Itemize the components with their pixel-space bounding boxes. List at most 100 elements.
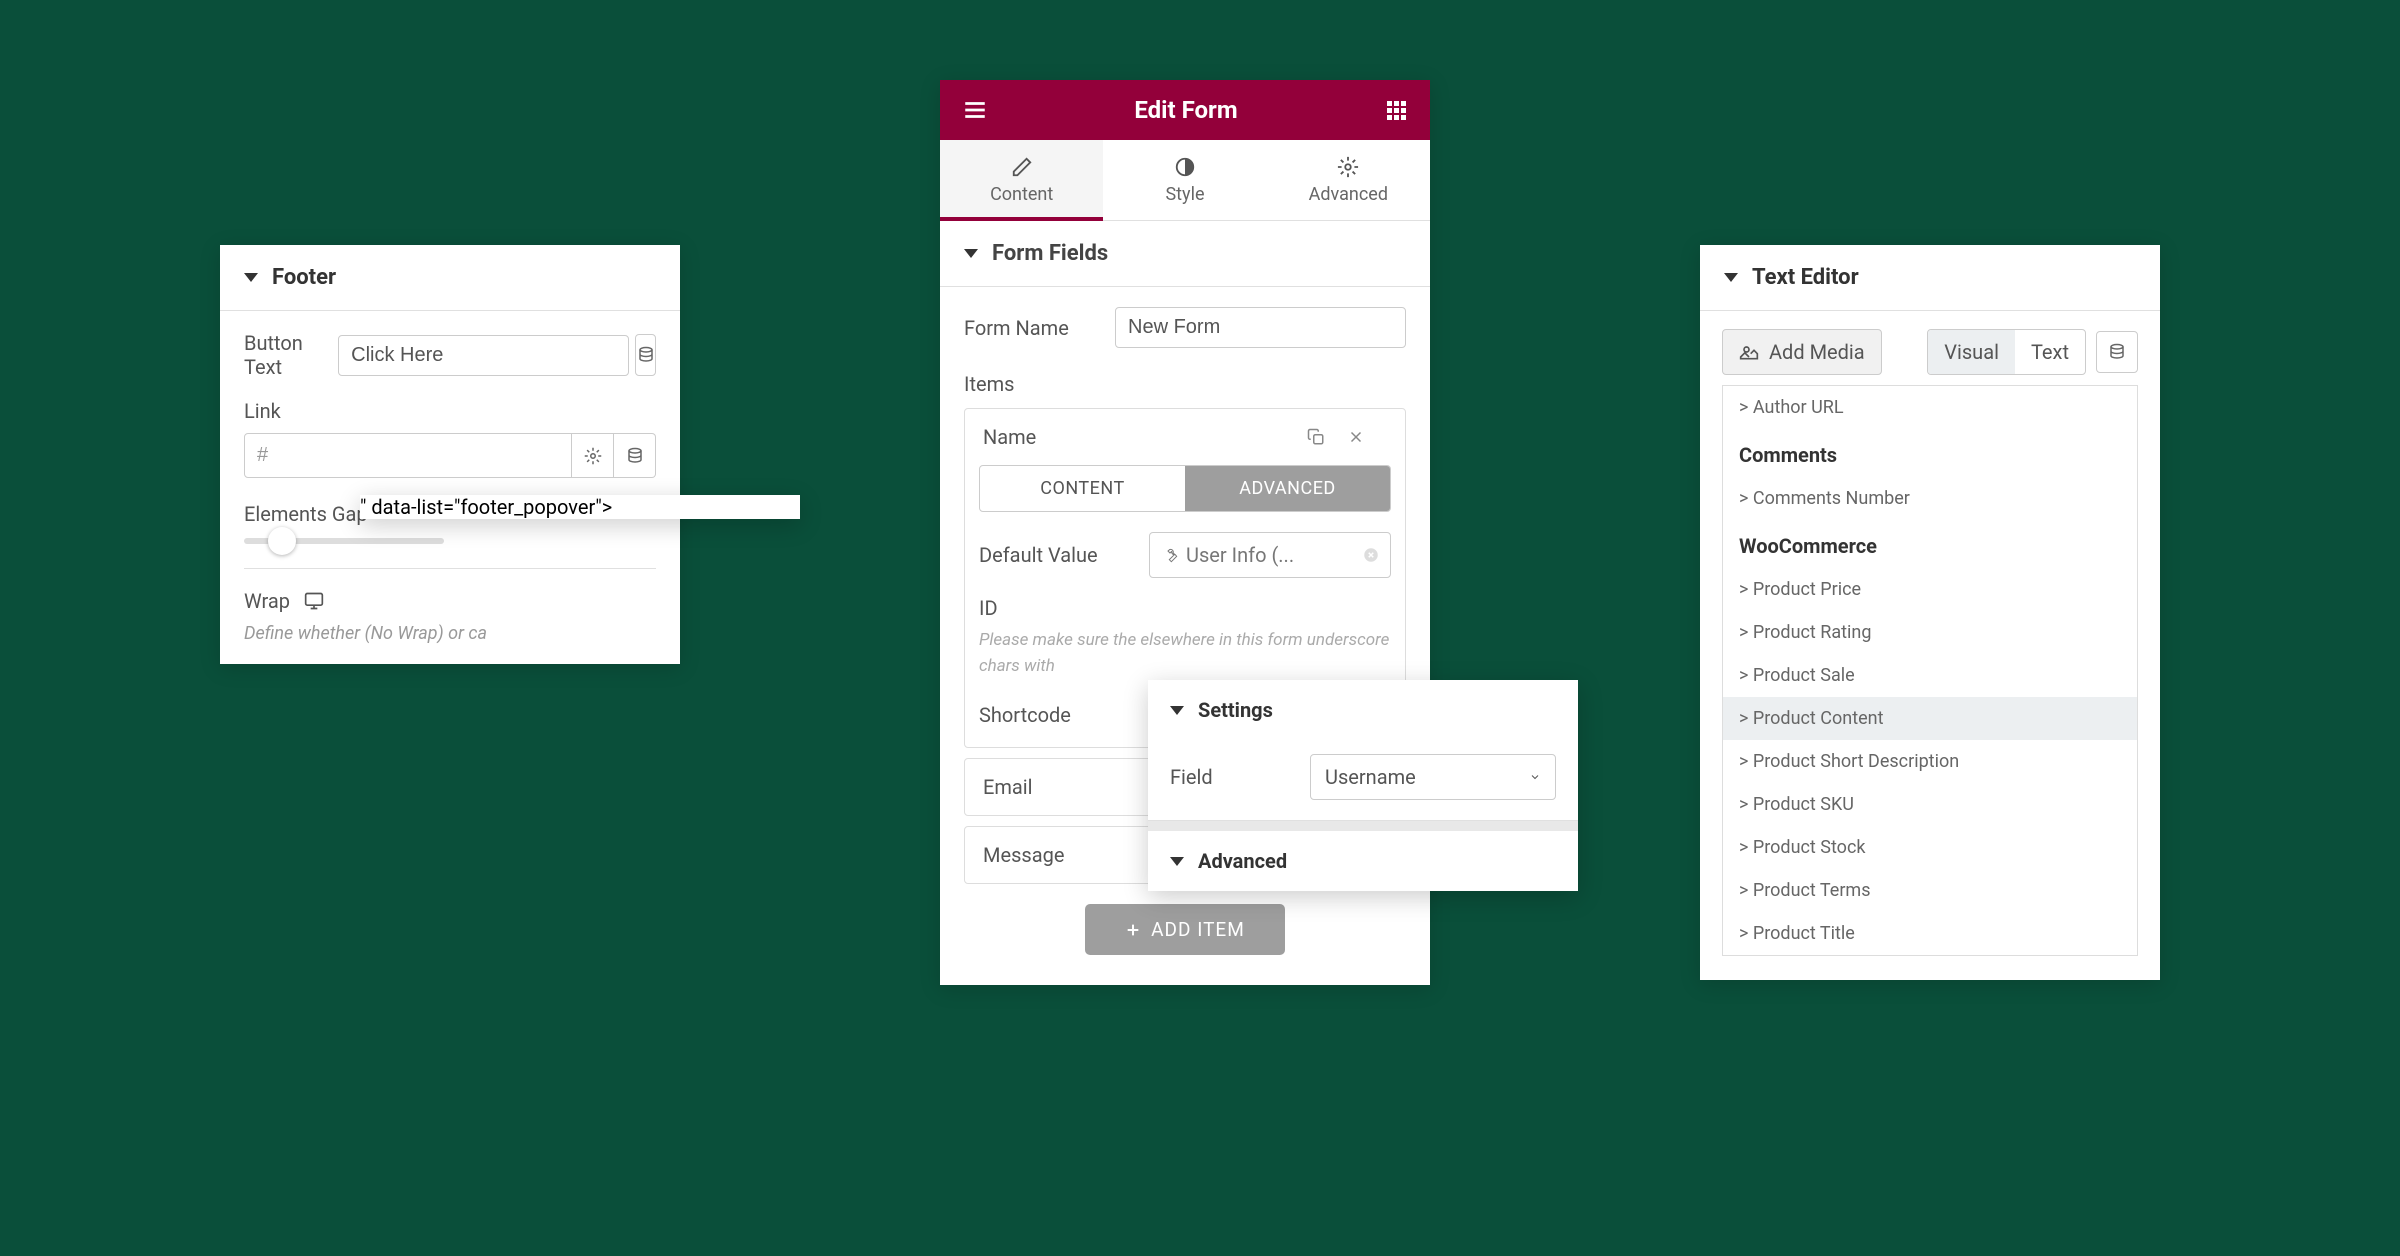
item-header[interactable]: Name (979, 409, 1391, 465)
list-group: WooCommerce (1723, 520, 2137, 568)
settings-section: Settings Field Username (1148, 680, 1578, 821)
database-icon (626, 447, 644, 465)
edit-form-title: Edit Form (1134, 96, 1237, 124)
chevron-down-icon (1529, 771, 1541, 783)
menu-icon[interactable] (962, 97, 988, 123)
settings-header[interactable]: Settings (1148, 680, 1578, 740)
advanced-section: Advanced (1148, 831, 1578, 891)
footer-panel: Footer Button Text Link Elements Gap (220, 245, 680, 664)
pencil-icon (1011, 156, 1033, 178)
close-icon (1347, 428, 1365, 446)
wrap-row: Wrap (244, 589, 656, 613)
chevron-down-icon (964, 249, 978, 258)
gear-icon (584, 447, 602, 465)
items-label: Items (964, 372, 1406, 396)
field-value: Username (1325, 765, 1416, 789)
list-item[interactable]: > Product Terms (1723, 869, 2137, 912)
dynamic-tags-button[interactable] (635, 334, 656, 376)
list-item[interactable]: > Product Content (1723, 697, 2137, 740)
item-duplicate-button[interactable] (1307, 428, 1347, 446)
slider-thumb[interactable] (268, 527, 296, 555)
chevron-down-icon (1170, 706, 1184, 715)
apps-icon[interactable] (1384, 98, 1408, 122)
elements-gap-label: Elements Gap (244, 502, 368, 526)
settings-popover: Settings Field Username Advanced (1148, 680, 1578, 891)
footer-section-body: Button Text Link Elements Gap (220, 311, 680, 664)
text-editor-header[interactable]: Text Editor (1700, 245, 2160, 311)
tab-style[interactable]: Style (1103, 140, 1266, 220)
tab-style-label: Style (1165, 184, 1204, 205)
footer-section-header[interactable]: Footer (220, 245, 680, 311)
list-item[interactable]: > Author URL (1723, 386, 2137, 429)
field-select[interactable]: Username (1310, 754, 1556, 800)
button-text-input[interactable] (338, 335, 629, 376)
wrap-label: Wrap (244, 589, 290, 613)
advanced-title: Advanced (1198, 849, 1287, 873)
elements-gap-slider[interactable] (244, 538, 444, 544)
form-name-label: Form Name (964, 316, 1115, 340)
gear-icon (1337, 156, 1359, 178)
id-label: ID (979, 596, 998, 620)
database-icon (637, 346, 655, 364)
link-input[interactable] (244, 433, 572, 478)
list-item[interactable]: > Product Price (1723, 568, 2137, 611)
list-item[interactable]: > Product SKU (1723, 783, 2137, 826)
clear-button[interactable] (1362, 546, 1380, 564)
list-item[interactable]: > Product Title (1723, 912, 2137, 955)
inner-tab-content[interactable]: CONTENT (980, 466, 1185, 511)
list-item[interactable]: > Comments Number (1723, 477, 2137, 520)
link-label: Link (244, 399, 281, 423)
editor-mode-tabs: Visual Text (1927, 329, 2086, 375)
link-row: Link (244, 399, 656, 478)
button-text-row: Button Text (244, 331, 656, 379)
link-dynamic-button[interactable] (614, 433, 656, 478)
list-item[interactable]: > Product Short Description (1723, 740, 2137, 783)
tab-content-label: Content (990, 184, 1053, 205)
media-icon (1739, 342, 1759, 362)
dynamic-tags-popover: " data-list="footer_popover"> (360, 495, 800, 519)
wrench-icon (1162, 547, 1178, 563)
inner-tab-advanced[interactable]: ADVANCED (1185, 466, 1390, 511)
footer-title: Footer (272, 265, 336, 290)
form-fields-header[interactable]: Form Fields (940, 221, 1430, 287)
wrap-help-text: Define whether (No Wrap) or ca (244, 623, 656, 644)
link-options-button[interactable] (572, 433, 614, 478)
chevron-down-icon (1724, 273, 1738, 282)
advanced-header[interactable]: Advanced (1148, 831, 1578, 891)
close-circle-icon (1362, 546, 1380, 564)
copy-icon (1307, 428, 1325, 446)
default-value-row: Default Value User Info (... (979, 532, 1391, 578)
tab-content[interactable]: Content (940, 140, 1103, 221)
dynamic-tags-button[interactable] (2096, 331, 2138, 373)
list-item[interactable]: > Product Stock (1723, 826, 2137, 869)
add-media-button[interactable]: Add Media (1722, 329, 1882, 375)
desktop-icon[interactable] (304, 591, 324, 611)
visual-tab[interactable]: Visual (1928, 330, 2015, 374)
text-tab[interactable]: Text (2015, 330, 2085, 374)
section-gap (1148, 821, 1578, 831)
tab-advanced[interactable]: Advanced (1267, 140, 1430, 220)
default-value-input[interactable]: User Info (... (1149, 532, 1391, 578)
tab-advanced-label: Advanced (1309, 184, 1388, 205)
text-editor-panel: Text Editor Add Media Visual Text > Auth… (1700, 245, 2160, 980)
add-item-button[interactable]: ADD ITEM (1085, 904, 1285, 955)
form-name-input[interactable] (1115, 307, 1406, 348)
form-fields-title: Form Fields (992, 241, 1108, 266)
text-editor-title: Text Editor (1752, 265, 1859, 290)
text-editor-toolbar: Add Media Visual Text (1700, 311, 2160, 385)
id-hint-text: Please make sure the elsewhere in this f… (979, 628, 1391, 679)
list-item[interactable]: > Product Rating (1723, 611, 2137, 654)
item-remove-button[interactable] (1347, 428, 1387, 446)
add-media-label: Add Media (1769, 340, 1865, 364)
settings-title: Settings (1198, 698, 1273, 722)
divider (244, 568, 656, 569)
item-name-label: Name (983, 425, 1307, 449)
default-value-label: Default Value (979, 543, 1149, 567)
field-label: Field (1170, 765, 1310, 789)
edit-form-header: Edit Form (940, 80, 1430, 140)
form-name-row: Form Name (964, 307, 1406, 348)
database-icon (2108, 343, 2126, 361)
list-item[interactable]: > Product Sale (1723, 654, 2137, 697)
plus-icon (1125, 922, 1141, 938)
contrast-icon (1174, 156, 1196, 178)
